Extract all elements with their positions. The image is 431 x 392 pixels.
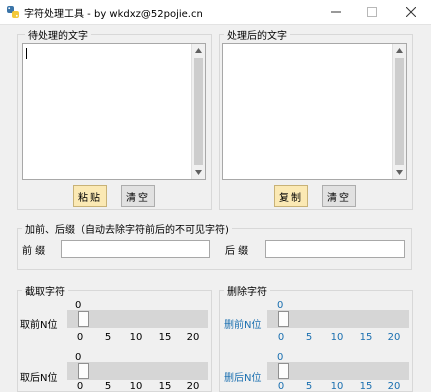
text-caret <box>26 48 27 59</box>
tick-label: 15 <box>158 381 172 392</box>
extract-back-label: 取后N位 <box>20 373 58 384</box>
python-app-icon <box>6 5 20 19</box>
tick-label: 10 <box>129 381 143 392</box>
extract-front-slider[interactable] <box>67 310 208 328</box>
tick-label: 0 <box>277 381 285 392</box>
result-text-label: 处理后的文字 <box>224 27 290 42</box>
tick-label: 15 <box>359 332 373 343</box>
tick-label: 10 <box>330 381 344 392</box>
maximize-icon <box>367 7 377 17</box>
tick-label: 20 <box>186 332 200 343</box>
suffix-label: 后 缀 <box>225 246 249 257</box>
suffix-input[interactable] <box>265 240 405 258</box>
affix-label: 加前、后缀（自动去除字符前后的不可见字符) <box>22 221 232 236</box>
delete-label: 删除字符 <box>224 283 270 298</box>
result-textarea[interactable] <box>222 43 407 180</box>
tick-label: 10 <box>129 332 143 343</box>
delete-back-slider[interactable] <box>267 362 409 380</box>
scroll-down-icon[interactable] <box>393 166 406 179</box>
delete-front-slider[interactable] <box>267 310 409 328</box>
tick-label: 5 <box>305 381 313 392</box>
prefix-input[interactable] <box>61 240 210 258</box>
source-text-label: 待处理的文字 <box>25 27 91 42</box>
slider-thumb[interactable] <box>278 363 289 379</box>
prefix-label: 前 缀 <box>22 246 46 257</box>
tick-label: 15 <box>359 381 373 392</box>
clear-result-button[interactable]: 清空 <box>322 185 356 207</box>
tick-label: 20 <box>387 332 401 343</box>
tick-label: 0 <box>76 332 84 343</box>
maximize-button[interactable] <box>354 0 390 24</box>
tick-label: 5 <box>104 381 112 392</box>
clear-source-button[interactable]: 清空 <box>121 185 155 207</box>
title-bar[interactable]: 字符处理工具 - by wkdxz@52pojie.cn <box>0 0 431 25</box>
tick-label: 5 <box>104 332 112 343</box>
tick-label: 0 <box>76 381 84 392</box>
tick-label: 15 <box>158 332 172 343</box>
scroll-thumb[interactable] <box>194 58 203 165</box>
scroll-up-icon[interactable] <box>393 44 406 57</box>
tick-label: 20 <box>387 381 401 392</box>
copy-button[interactable]: 复制 <box>274 185 308 207</box>
result-scrollbar[interactable] <box>392 44 406 179</box>
delete-back-label: 删后N位 <box>224 373 262 384</box>
close-button[interactable] <box>390 0 431 24</box>
source-textarea[interactable] <box>22 43 206 180</box>
close-icon <box>405 7 416 17</box>
slider-thumb[interactable] <box>78 311 89 327</box>
scroll-up-icon[interactable] <box>192 44 205 57</box>
scroll-thumb[interactable] <box>395 58 404 165</box>
extract-front-label: 取前N位 <box>20 320 58 331</box>
paste-button[interactable]: 粘贴 <box>73 185 107 207</box>
extract-back-slider[interactable] <box>67 362 208 380</box>
slider-thumb[interactable] <box>78 363 89 379</box>
scroll-down-icon[interactable] <box>192 166 205 179</box>
tick-label: 20 <box>186 381 200 392</box>
extract-label: 截取字符 <box>22 283 68 298</box>
minimize-button[interactable] <box>318 0 354 24</box>
delete-front-label: 删前N位 <box>224 320 262 331</box>
minimize-icon <box>331 11 341 13</box>
slider-thumb[interactable] <box>278 311 289 327</box>
source-scrollbar[interactable] <box>191 44 205 179</box>
tick-label: 10 <box>330 332 344 343</box>
window-title: 字符处理工具 - by wkdxz@52pojie.cn <box>24 9 203 20</box>
tick-label: 5 <box>305 332 313 343</box>
tick-label: 0 <box>277 332 285 343</box>
